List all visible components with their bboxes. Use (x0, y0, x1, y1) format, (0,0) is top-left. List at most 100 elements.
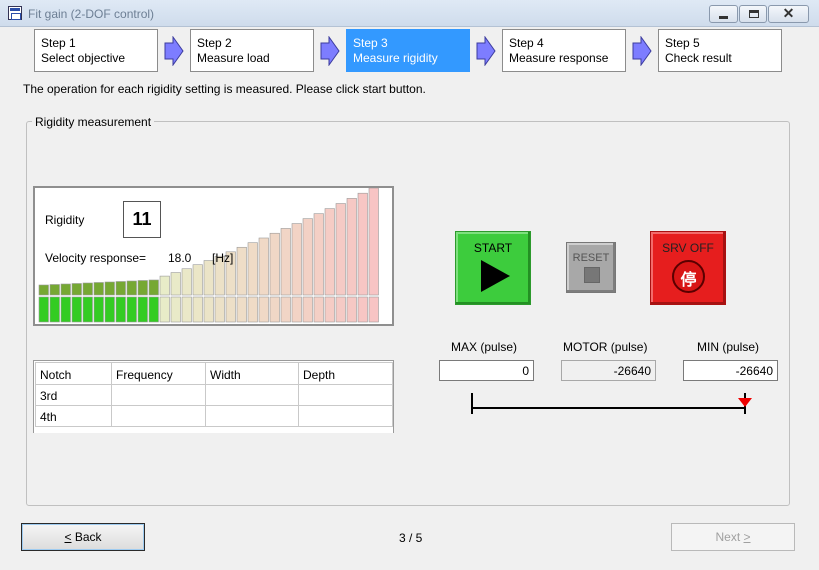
rigidity-bar (38, 284, 49, 323)
notch-table: Notch Frequency Width Depth 3rd 4th (35, 362, 393, 427)
next-label: Next > (715, 530, 751, 544)
depth-header: Depth (298, 362, 393, 385)
rigidity-bar (258, 237, 269, 323)
rigidity-bar (170, 272, 181, 323)
frequency-header: Frequency (111, 362, 206, 385)
depth-cell[interactable] (298, 405, 393, 427)
rigidity-bar (49, 284, 60, 323)
notch-header: Notch (35, 362, 112, 385)
step-number: Step 2 (197, 36, 232, 50)
rigidity-bar (346, 198, 357, 323)
close-icon: ✕ (782, 5, 795, 21)
notch-table-container: Notch Frequency Width Depth 3rd 4th (33, 360, 394, 433)
rigidity-bar (82, 282, 93, 323)
velocity-response-unit: [Hz] (212, 251, 234, 265)
table-row: 4th (35, 405, 393, 427)
min-pulse-field[interactable]: -26640 (683, 360, 778, 381)
rigidity-bar (148, 279, 159, 323)
frequency-cell[interactable] (111, 384, 206, 406)
step-label: Check result (665, 51, 732, 65)
rigidity-bar (104, 281, 115, 323)
rigidity-bar (368, 188, 379, 323)
rigidity-bar (357, 192, 368, 323)
step-label: Select objective (41, 51, 126, 65)
frequency-cell[interactable] (111, 405, 206, 427)
group-title: Rigidity measurement (32, 115, 155, 129)
rigidity-bar (269, 232, 280, 323)
maximize-icon (749, 10, 759, 18)
rigidity-bar (247, 242, 258, 323)
step-arrow-icon (476, 36, 496, 66)
instruction-text: The operation for each rigidity setting … (23, 82, 426, 96)
back-button[interactable]: < Back (21, 523, 145, 551)
app-icon (8, 6, 22, 20)
start-label: START (473, 241, 513, 255)
step-arrow-icon (164, 36, 184, 66)
servo-off-button[interactable]: SRV OFF 停 (650, 231, 726, 305)
motor-position-marker (738, 398, 752, 407)
width-header: Width (205, 362, 299, 385)
rigidity-bar (302, 218, 313, 323)
rigidity-bar (280, 228, 291, 323)
rigidity-bar (181, 268, 192, 323)
reset-button[interactable]: RESET (566, 242, 616, 293)
servo-off-label: SRV OFF (662, 241, 714, 255)
step-number: Step 4 (509, 36, 544, 50)
minimize-button[interactable] (709, 5, 738, 23)
rigidity-bar (60, 283, 71, 323)
step-4: Step 4 Measure response (502, 29, 626, 72)
rigidity-bar (93, 282, 104, 323)
motor-pulse-field: -26640 (561, 360, 656, 381)
step-5: Step 5 Check result (658, 29, 782, 72)
step-arrow-icon (320, 36, 340, 66)
start-button[interactable]: START (455, 231, 531, 305)
min-pulse-label: MIN (pulse) (697, 340, 760, 354)
window-title: Fit gain (2-DOF control) (28, 7, 155, 21)
rigidity-bar (203, 260, 214, 323)
back-label: < Back (64, 530, 102, 544)
rigidity-panel: Rigidity 11 Velocity response= 18.0 [Hz] (33, 186, 394, 326)
step-number: Step 5 (665, 36, 700, 50)
step-number: Step 3 (353, 36, 388, 50)
max-pulse-field[interactable]: 0 (439, 360, 534, 381)
width-cell[interactable] (205, 405, 299, 427)
rigidity-label: Rigidity (45, 213, 85, 227)
velocity-response-label: Velocity response= (45, 251, 147, 265)
position-range-indicator (471, 393, 752, 414)
table-row: 3rd (35, 384, 393, 406)
depth-cell[interactable] (298, 384, 393, 406)
step-2: Step 2 Measure load (190, 29, 314, 72)
reset-label: RESET (572, 252, 610, 264)
title-bar: Fit gain (2-DOF control) ✕ (0, 0, 819, 27)
rigidity-bar (214, 255, 225, 323)
next-button[interactable]: Next > (671, 523, 795, 551)
step-1: Step 1 Select objective (34, 29, 158, 72)
max-pulse-label: MAX (pulse) (451, 340, 518, 354)
step-label: Measure load (197, 51, 270, 65)
width-cell[interactable] (205, 384, 299, 406)
stop-sign-icon: 停 (672, 260, 705, 293)
close-button[interactable]: ✕ (768, 5, 809, 23)
rigidity-bar (115, 281, 126, 323)
rigidity-bar (137, 280, 148, 323)
step-arrow-icon (632, 36, 652, 66)
rigidity-bar (71, 283, 82, 323)
rigidity-bar (126, 280, 137, 323)
rigidity-bar (159, 275, 170, 323)
step-label: Measure rigidity (353, 51, 438, 65)
notch-cell: 4th (35, 405, 112, 427)
step-number: Step 1 (41, 36, 76, 50)
motor-pulse-label: MOTOR (pulse) (563, 340, 648, 354)
minimize-icon (719, 16, 728, 19)
rigidity-bar (236, 246, 247, 323)
page-indicator: 3 / 5 (399, 531, 423, 545)
notch-cell: 3rd (35, 384, 112, 406)
maximize-button[interactable] (739, 5, 767, 23)
rigidity-bar (291, 223, 302, 323)
rigidity-bar (324, 208, 335, 323)
rigidity-bar (335, 203, 346, 323)
velocity-response-value: 18.0 (168, 251, 192, 265)
rigidity-value: 11 (123, 201, 161, 238)
play-icon (481, 260, 510, 292)
step-label: Measure response (509, 51, 609, 65)
